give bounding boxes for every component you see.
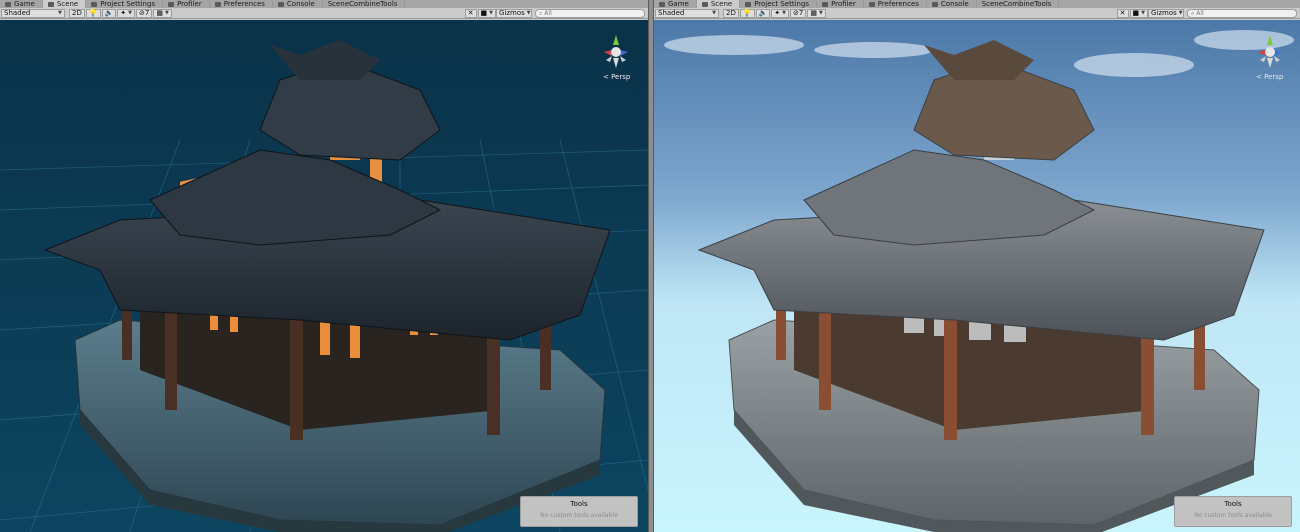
search-input[interactable]: ⌕ All [535,8,645,18]
tab-project-settings[interactable]: Project Settings [740,0,818,8]
scene-render-day [654,20,1300,532]
tools-message: No custom tools available [1194,512,1272,519]
preferences-icon [868,1,875,7]
scene-icon [47,1,54,7]
tools-overlay: Tools No custom tools available [520,496,638,527]
chevron-down-icon: ▼ [526,9,531,16]
lightbulb-icon: 💡 [742,8,752,17]
tools-message: No custom tools available [540,512,618,519]
tools-toggle[interactable]: ✕ [1116,8,1129,18]
chevron-down-icon: ▼ [58,9,62,16]
camera-icon: ■ [1132,8,1140,17]
projection-label[interactable]: < Persp [1256,73,1283,81]
tab-project-settings[interactable]: Project Settings [86,0,164,8]
2d-toggle[interactable]: 2D [69,8,85,18]
projection-label[interactable]: < Persp [603,73,630,81]
game-icon [5,1,11,7]
tab-preferences[interactable]: Preferences [864,0,927,8]
grid-icon: ▦ [156,8,163,17]
audio-toggle[interactable]: 🔈 [101,8,117,18]
scene-toolbar: Shaded ▼ 2D 💡 🔈 ✦ ▼ ⊘ 7 ▦ ▼ ✕ ■ ▼ Gizmos ▼ ⌕ A… [654,8,1300,19]
lightbulb-icon: 💡 [88,8,98,17]
tools-title: Tools [570,500,588,508]
chevron-down-icon: ▼ [712,9,716,16]
tools-title: Tools [1224,500,1242,508]
chevron-down-icon: ▼ [128,9,133,16]
tab-preferences[interactable]: Preferences [210,0,273,8]
scene-toolbar: Shaded ▼ 2D 💡 🔈 ✦ ▼ ⊘ 7 ▦ ▼ ✕ ■ ▼ Gizmos ▼ ⌕ A… [0,8,648,19]
speaker-icon: 🔈 [758,8,768,17]
gizmos-dropdown[interactable]: Gizmos ▼ [496,8,532,18]
tab-scene-combine-tools[interactable]: SceneCombineTools [977,0,1060,8]
tab-bar: Game Scene Project Settings Profiler Pre… [0,0,648,8]
scene-view-right: Game Scene Project Settings Profiler Pre… [654,0,1300,532]
search-icon: ⌕ [539,9,543,17]
tab-scene-combine-tools[interactable]: SceneCombineTools [323,0,406,8]
grid-toggle[interactable]: ▦ ▼ [153,8,172,18]
shading-mode-dropdown[interactable]: Shaded ▼ [655,8,719,18]
tools-overlay: Tools No custom tools available [1174,496,1292,527]
tools-toggle[interactable]: ✕ [464,8,477,18]
game-icon [659,1,665,7]
camera-dropdown[interactable]: ■ ▼ [477,8,496,18]
lighting-toggle[interactable]: 💡 [739,8,755,18]
scene-view-left: Game Scene Project Settings Profiler Pre… [0,0,648,532]
tab-profiler[interactable]: Profiler [163,0,210,8]
scene-icon [701,1,708,7]
tab-console[interactable]: Console [927,0,977,8]
camera-dropdown[interactable]: ■ ▼ [1129,8,1148,18]
tab-game[interactable]: Game [0,0,43,8]
effects-icon: ✦ [120,8,127,17]
hidden-objects-toggle[interactable]: ⊘ 7 [790,8,807,18]
scene-viewport[interactable]: < Persp Tools No custom tools available [0,20,648,532]
settings-icon [91,1,98,7]
tab-profiler[interactable]: Profiler [817,0,864,8]
search-icon: ⌕ [1191,9,1195,17]
console-icon [277,1,284,7]
search-input[interactable]: ⌕ All [1187,8,1297,18]
grid-toggle[interactable]: ▦ ▼ [807,8,826,18]
scene-viewport[interactable]: < Persp Tools No custom tools available [654,20,1300,532]
profiler-icon [168,1,175,7]
audio-toggle[interactable]: 🔈 [755,8,771,18]
tab-console[interactable]: Console [273,0,323,8]
chevron-down-icon: ▼ [1178,9,1183,16]
shading-mode-dropdown[interactable]: Shaded ▼ [1,8,65,18]
hidden-objects-toggle[interactable]: ⊘ 7 [136,8,153,18]
chevron-down-icon: ▼ [782,9,787,16]
effects-dropdown[interactable]: ✦ ▼ [117,8,136,18]
profiler-icon [822,1,829,7]
scene-render-night [0,20,648,532]
editor-split-view: Game Scene Project Settings Profiler Pre… [0,0,1300,532]
chevron-down-icon: ▼ [489,9,493,16]
settings-icon [745,1,752,7]
console-icon [931,1,938,7]
chevron-down-icon: ▼ [1141,9,1145,16]
effects-icon: ✦ [774,8,781,17]
chevron-down-icon: ▼ [164,9,169,16]
wrench-icon: ✕ [467,8,474,17]
tab-game[interactable]: Game [654,0,697,8]
grid-icon: ▦ [810,8,817,17]
effects-dropdown[interactable]: ✦ ▼ [771,8,790,18]
gizmos-dropdown[interactable]: Gizmos ▼ [1148,8,1184,18]
lighting-toggle[interactable]: 💡 [85,8,101,18]
speaker-icon: 🔈 [104,8,114,17]
preferences-icon [214,1,221,7]
camera-icon: ■ [480,8,488,17]
wrench-icon: ✕ [1119,8,1126,17]
2d-toggle[interactable]: 2D [723,8,739,18]
tab-scene[interactable]: Scene [696,0,741,8]
tab-scene[interactable]: Scene [42,0,87,8]
tab-bar: Game Scene Project Settings Profiler Pre… [654,0,1300,8]
chevron-down-icon: ▼ [818,9,823,16]
